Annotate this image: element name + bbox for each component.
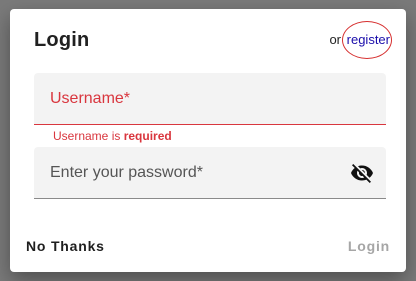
username-input[interactable] — [34, 73, 386, 124]
register-link[interactable]: register — [341, 21, 392, 59]
username-field — [34, 73, 386, 125]
or-text: or — [329, 32, 342, 47]
dialog-title: Login — [34, 29, 90, 51]
register-row: or register — [329, 21, 392, 59]
password-input[interactable] — [34, 147, 386, 198]
login-dialog: Login or register Username is required N… — [10, 9, 406, 272]
username-error: Username is required — [53, 129, 172, 143]
login-button[interactable]: Login — [348, 238, 390, 254]
no-thanks-button[interactable]: No Thanks — [26, 238, 105, 254]
error-prefix: Username is — [53, 129, 124, 143]
password-field — [34, 147, 386, 199]
register-link-label: register — [346, 32, 390, 47]
eye-off-icon[interactable] — [350, 161, 374, 185]
error-emphasis: required — [123, 129, 172, 143]
